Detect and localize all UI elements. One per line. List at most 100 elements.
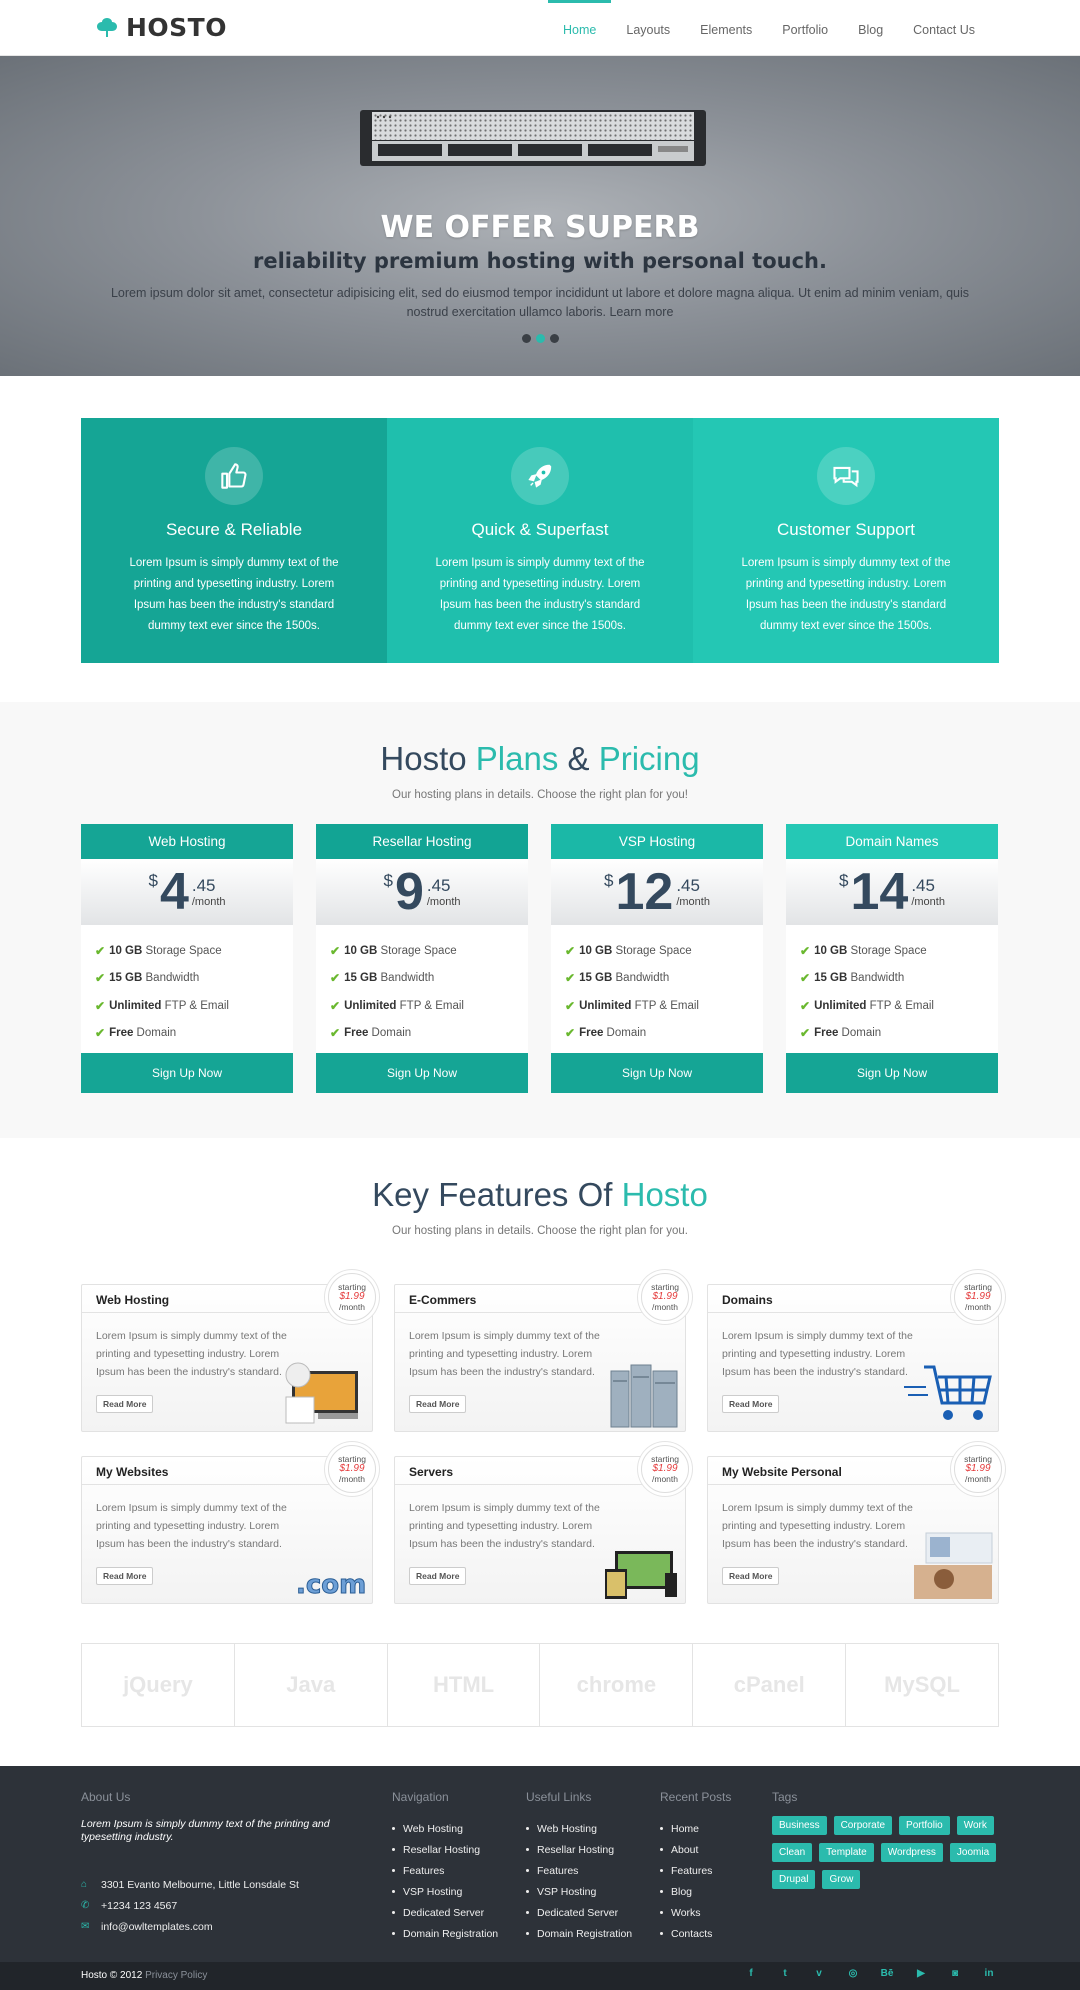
- logo-text: HOSTO: [126, 12, 227, 42]
- footer-useful-link[interactable]: VSP Hosting: [526, 1881, 632, 1902]
- plan-feature-rest: Bandwidth: [377, 972, 435, 985]
- tag-button[interactable]: Portfolio: [899, 1816, 950, 1835]
- read-more-button[interactable]: Read More: [722, 1395, 780, 1413]
- footer-nav-link[interactable]: Features: [392, 1860, 498, 1881]
- tag-button[interactable]: Grow: [822, 1870, 861, 1889]
- sign-up-button[interactable]: Sign Up Now: [786, 1053, 998, 1093]
- footer-nav-link[interactable]: Domain Registration: [392, 1923, 498, 1944]
- sign-up-button[interactable]: Sign Up Now: [551, 1053, 763, 1093]
- footer-nav-link[interactable]: Resellar Hosting: [392, 1839, 498, 1860]
- dribbble-icon[interactable]: ◎: [846, 1968, 860, 1979]
- plan-feature: ✔ Unlimited FTP & Email: [565, 992, 763, 1020]
- footer-nav-link[interactable]: Web Hosting: [392, 1818, 498, 1839]
- nav-blog[interactable]: Blog: [843, 0, 898, 56]
- footer-useful-link[interactable]: Domain Registration: [526, 1923, 632, 1944]
- linkedin-icon[interactable]: in: [982, 1968, 996, 1979]
- plan-name: Domain Names: [786, 824, 998, 859]
- footer-nav-link[interactable]: Dedicated Server: [392, 1902, 498, 1923]
- youtube-icon[interactable]: ▶: [914, 1968, 928, 1979]
- footer-useful-link[interactable]: Web Hosting: [526, 1818, 632, 1839]
- footer-recent-link[interactable]: Blog: [660, 1881, 731, 1902]
- tag-button[interactable]: Corporate: [833, 1816, 893, 1835]
- tag-button[interactable]: Business: [772, 1816, 827, 1835]
- mysql-logo: MySQL: [884, 1672, 960, 1697]
- footer-useful-link[interactable]: Features: [526, 1860, 632, 1881]
- plan-cents: .45: [191, 876, 216, 895]
- footer-useful-link[interactable]: Resellar Hosting: [526, 1839, 632, 1860]
- feature-card: Servers Lorem Ipsum is simply dummy text …: [394, 1445, 689, 1604]
- java-logo: Java: [235, 1644, 388, 1726]
- nav-layouts[interactable]: Layouts: [611, 0, 685, 56]
- slider-dot[interactable]: [549, 334, 559, 343]
- footer-nav-link[interactable]: VSP Hosting: [392, 1881, 498, 1902]
- card-illustration: .com: [278, 1529, 370, 1601]
- plan-feature-text: 10 GB Storage Space: [579, 945, 692, 957]
- feature-card: Domains Lorem Ipsum is simply dummy text …: [707, 1273, 1002, 1432]
- plan-feature-text: Unlimited FTP & Email: [814, 1000, 934, 1012]
- plan-feature-bold: Free: [344, 1027, 369, 1040]
- footer-recent-link[interactable]: Features: [660, 1860, 731, 1881]
- sign-up-button[interactable]: Sign Up Now: [316, 1053, 528, 1093]
- badge-price: $1.99: [965, 1463, 991, 1474]
- footer-recent-link[interactable]: Contacts: [660, 1923, 731, 1944]
- read-more-button[interactable]: Read More: [409, 1567, 467, 1585]
- footer-email[interactable]: ✉ info@owltemplates.com: [81, 1916, 331, 1937]
- jquery-logo: jQuery: [82, 1644, 235, 1726]
- footer-recent-link[interactable]: About: [660, 1839, 731, 1860]
- pricing-plan: Resellar Hosting $9.45/month ✔ 10 GB Storag…: [316, 824, 528, 1093]
- card-illustration: [904, 1529, 996, 1601]
- feature-secure: Secure & Reliable Lorem Ipsum is simply …: [81, 418, 387, 663]
- check-icon: ✔: [800, 971, 811, 986]
- footer-useful-link[interactable]: Dedicated Server: [526, 1902, 632, 1923]
- sign-up-button[interactable]: Sign Up Now: [81, 1053, 293, 1093]
- tag-button[interactable]: Wordpress: [880, 1843, 943, 1862]
- pricing-title-b: Plans: [475, 740, 559, 777]
- slider-dot[interactable]: [521, 334, 531, 343]
- hero-description: Lorem ipsum dolor sit amet, consectetur …: [110, 286, 970, 319]
- plan-feature-rest: FTP & Email: [631, 999, 699, 1012]
- read-more-button[interactable]: Read More: [722, 1567, 780, 1585]
- behance-icon[interactable]: Bē: [880, 1968, 894, 1979]
- footer-phone: ✆ +1234 123 4567: [81, 1895, 331, 1916]
- plan-feature-bold: Free: [109, 1027, 134, 1040]
- nav-contact[interactable]: Contact Us: [898, 0, 990, 56]
- facebook-icon[interactable]: f: [744, 1968, 758, 1979]
- footer-recent-link[interactable]: Works: [660, 1902, 731, 1923]
- read-more-button[interactable]: Read More: [96, 1395, 154, 1413]
- nav-elements[interactable]: Elements: [685, 0, 767, 56]
- header: HOSTO Home Layouts Elements Portfolio Bl…: [0, 0, 1080, 56]
- plan-feature-text: Unlimited FTP & Email: [109, 1000, 229, 1012]
- pricing-plans: Web Hosting $4.45/month ✔ 10 GB Storage Spa…: [81, 824, 999, 1093]
- tree-icon: [97, 18, 117, 37]
- tag-button[interactable]: Clean: [772, 1843, 813, 1862]
- footer-recent-link[interactable]: Home: [660, 1818, 731, 1839]
- nav-portfolio[interactable]: Portfolio: [767, 0, 843, 56]
- badge-period: /month: [652, 1474, 678, 1484]
- tag-button[interactable]: Work: [956, 1816, 994, 1835]
- tag-button[interactable]: Drupal: [772, 1870, 816, 1889]
- footer-useful-links: Useful Links Web Hosting Resellar Hosting…: [526, 1790, 632, 1944]
- plan-features: ✔ 10 GB Storage Space ✔ 15 GB Bandwidth ✔ Unl…: [81, 925, 293, 1053]
- feature-title: Customer Support: [777, 520, 915, 539]
- feature-title: Quick & Superfast: [471, 520, 609, 539]
- tag-button[interactable]: Joomia: [949, 1843, 997, 1862]
- plan-period: /month: [191, 896, 226, 908]
- features-row: Secure & Reliable Lorem Ipsum is simply …: [81, 418, 999, 663]
- read-more-button[interactable]: Read More: [96, 1567, 154, 1585]
- slider-dot-active[interactable]: [535, 334, 545, 343]
- twitter-icon[interactable]: t: [778, 1968, 792, 1979]
- feature-text: Lorem Ipsum is simply dummy text of the …: [741, 557, 951, 632]
- rocket-icon: [511, 447, 569, 505]
- price-badge: starting $1.99/month: [328, 1273, 376, 1321]
- instagram-icon[interactable]: ◙: [948, 1968, 962, 1979]
- nav-home[interactable]: Home: [548, 0, 612, 56]
- plan-period: /month: [676, 896, 710, 908]
- logo[interactable]: HOSTO: [94, 10, 227, 44]
- tag-button[interactable]: Template: [819, 1843, 874, 1862]
- bottom-bar: Hosto © 2012 Privacy Policy f t v ◎ Bē ▶ ◙ in: [0, 1962, 1080, 1990]
- plan-name: Resellar Hosting: [316, 824, 528, 859]
- privacy-policy-link[interactable]: Privacy Policy: [145, 1970, 207, 1981]
- footer-about-heading: About Us: [81, 1790, 131, 1804]
- read-more-button[interactable]: Read More: [409, 1395, 467, 1413]
- vimeo-icon[interactable]: v: [812, 1968, 826, 1979]
